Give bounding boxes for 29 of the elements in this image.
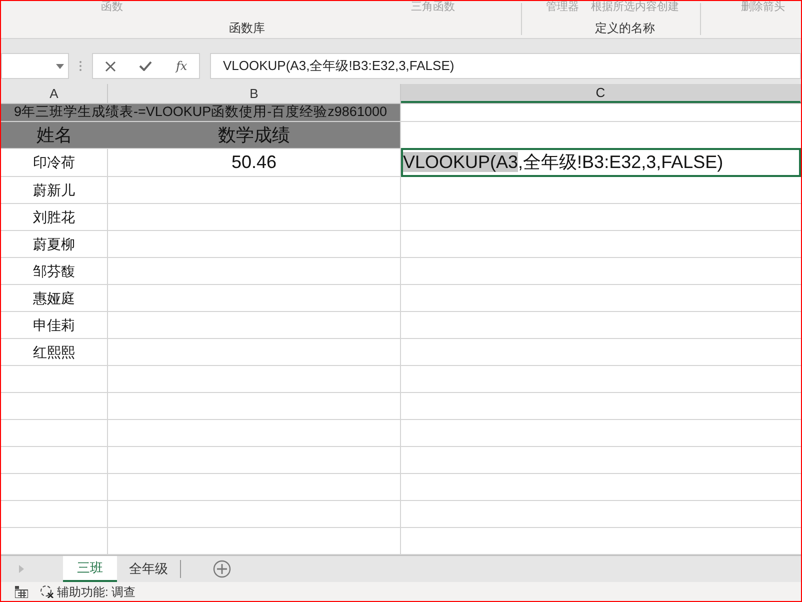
formula-input[interactable]: VLOOKUP(A3,全年级!B3:E32,3,FALSE)	[210, 53, 801, 79]
group-label: 函数库	[229, 20, 265, 37]
table-cell: 印冷荷	[1, 149, 108, 176]
accessibility-icon[interactable]	[40, 585, 54, 598]
add-sheet-icon[interactable]	[213, 560, 231, 578]
table-cell: 50.46	[108, 149, 401, 176]
insert-function-button[interactable]: fx	[176, 57, 188, 75]
formula-text: VLOOKUP(A3,全年级!B3:E32,3,FALSE)	[223, 57, 454, 76]
column-header[interactable]: C	[401, 84, 801, 103]
table-cell: 刘胜花	[1, 204, 108, 230]
sheet-title: 9年三班学生成绩表-=VLOOKUP函数使用-百度经验z9861000	[1, 104, 401, 121]
dropdown-icon	[56, 64, 64, 68]
column-header[interactable]: A	[1, 84, 108, 103]
grip-icon	[79, 60, 82, 72]
sheet-tab[interactable]: 三班	[63, 556, 117, 582]
check-icon[interactable]	[139, 61, 152, 71]
group-label: 定义的名称	[595, 20, 655, 37]
sheet-tab[interactable]: 全年级	[117, 556, 180, 582]
table-header: 数学成绩	[108, 122, 401, 148]
table-cell: 蔚夏柳	[1, 231, 108, 257]
accessibility-status[interactable]: 辅助功能: 调查	[57, 582, 136, 600]
close-icon[interactable]	[104, 60, 116, 72]
table-cell: 红熙熙	[1, 339, 108, 365]
table-header: 姓名	[1, 122, 108, 148]
table-cell: 蔚新儿	[1, 177, 108, 203]
table-cell: 惠娅庭	[1, 285, 108, 311]
table-cell: 申佳莉	[1, 312, 108, 338]
sheet-view-icon[interactable]	[15, 586, 28, 598]
table-cell: 邹芬馥	[1, 258, 108, 284]
